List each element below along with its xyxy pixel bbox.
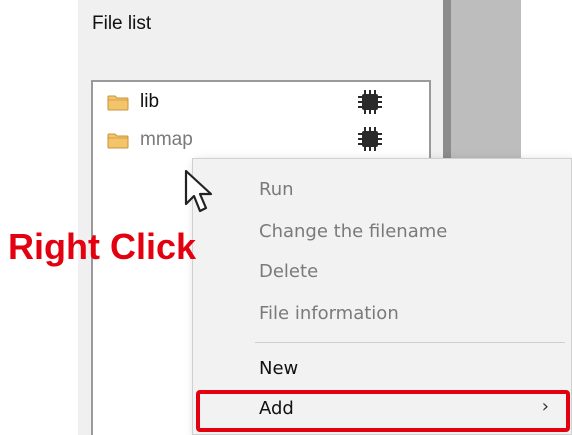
folder-icon [107, 95, 129, 110]
list-item-lib[interactable]: lib [107, 88, 159, 116]
panel-title: File list [92, 13, 152, 34]
list-item-mmap[interactable]: mmap [107, 126, 193, 154]
menu-item-new[interactable]: New [259, 358, 298, 379]
file-name: lib [140, 91, 160, 112]
right-click-annotation: Right Click [8, 226, 197, 267]
menu-separator [255, 342, 565, 343]
folder-icon [107, 133, 129, 148]
file-name: mmap [140, 129, 193, 150]
menu-item-run[interactable]: Run [259, 179, 294, 200]
menu-item-change-filename[interactable]: Change the filename [259, 221, 447, 242]
chip-icon [358, 90, 382, 114]
chip-icon [358, 127, 382, 151]
mouse-pointer-icon [184, 169, 213, 213]
menu-item-file-information[interactable]: File information [259, 303, 399, 324]
add-highlight-box [196, 390, 570, 432]
screenshot-stage: File list lib mmap Run Change the filena… [0, 0, 572, 435]
menu-item-delete[interactable]: Delete [259, 261, 318, 282]
